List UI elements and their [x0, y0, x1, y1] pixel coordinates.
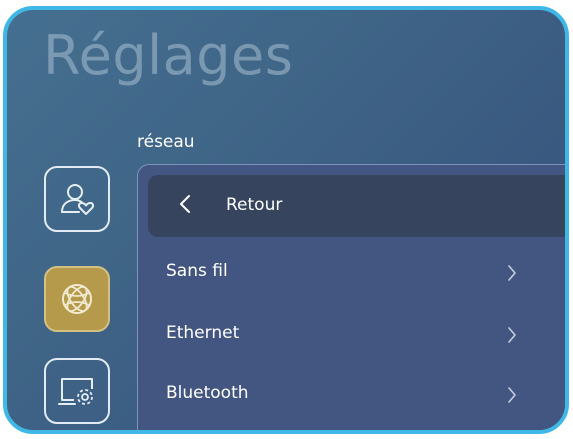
chevron-right-icon: [508, 265, 516, 281]
menu-item-ethernet[interactable]: Ethernet: [138, 307, 565, 363]
sidebar-item-network[interactable]: [44, 266, 110, 332]
network-menu-panel: Retour Sans fil Ethernet Bluetooth: [137, 164, 565, 430]
menu-item-label: Bluetooth: [166, 383, 249, 403]
chevron-left-icon: [180, 195, 190, 213]
menu-item-label: Ethernet: [166, 323, 240, 343]
menu-item-wireless[interactable]: Sans fil: [138, 245, 565, 301]
back-button-label: Retour: [226, 195, 283, 215]
chevron-right-icon: [508, 387, 516, 403]
section-label: réseau: [137, 132, 195, 152]
chevron-right-icon: [508, 327, 516, 343]
menu-item-bluetooth[interactable]: Bluetooth: [138, 367, 565, 423]
back-button[interactable]: Retour: [148, 175, 565, 237]
sidebar-item-system[interactable]: [44, 358, 110, 424]
monitor-gear-icon: [58, 378, 93, 405]
device-screen: Réglages réseau Retour Sans fil Ethernet…: [3, 6, 569, 434]
globe-icon: [62, 284, 92, 314]
sidebar-item-account[interactable]: [44, 166, 110, 232]
page-title: Réglages: [43, 24, 294, 87]
menu-item-label: Sans fil: [166, 261, 228, 281]
user-heart-icon: [61, 184, 95, 215]
